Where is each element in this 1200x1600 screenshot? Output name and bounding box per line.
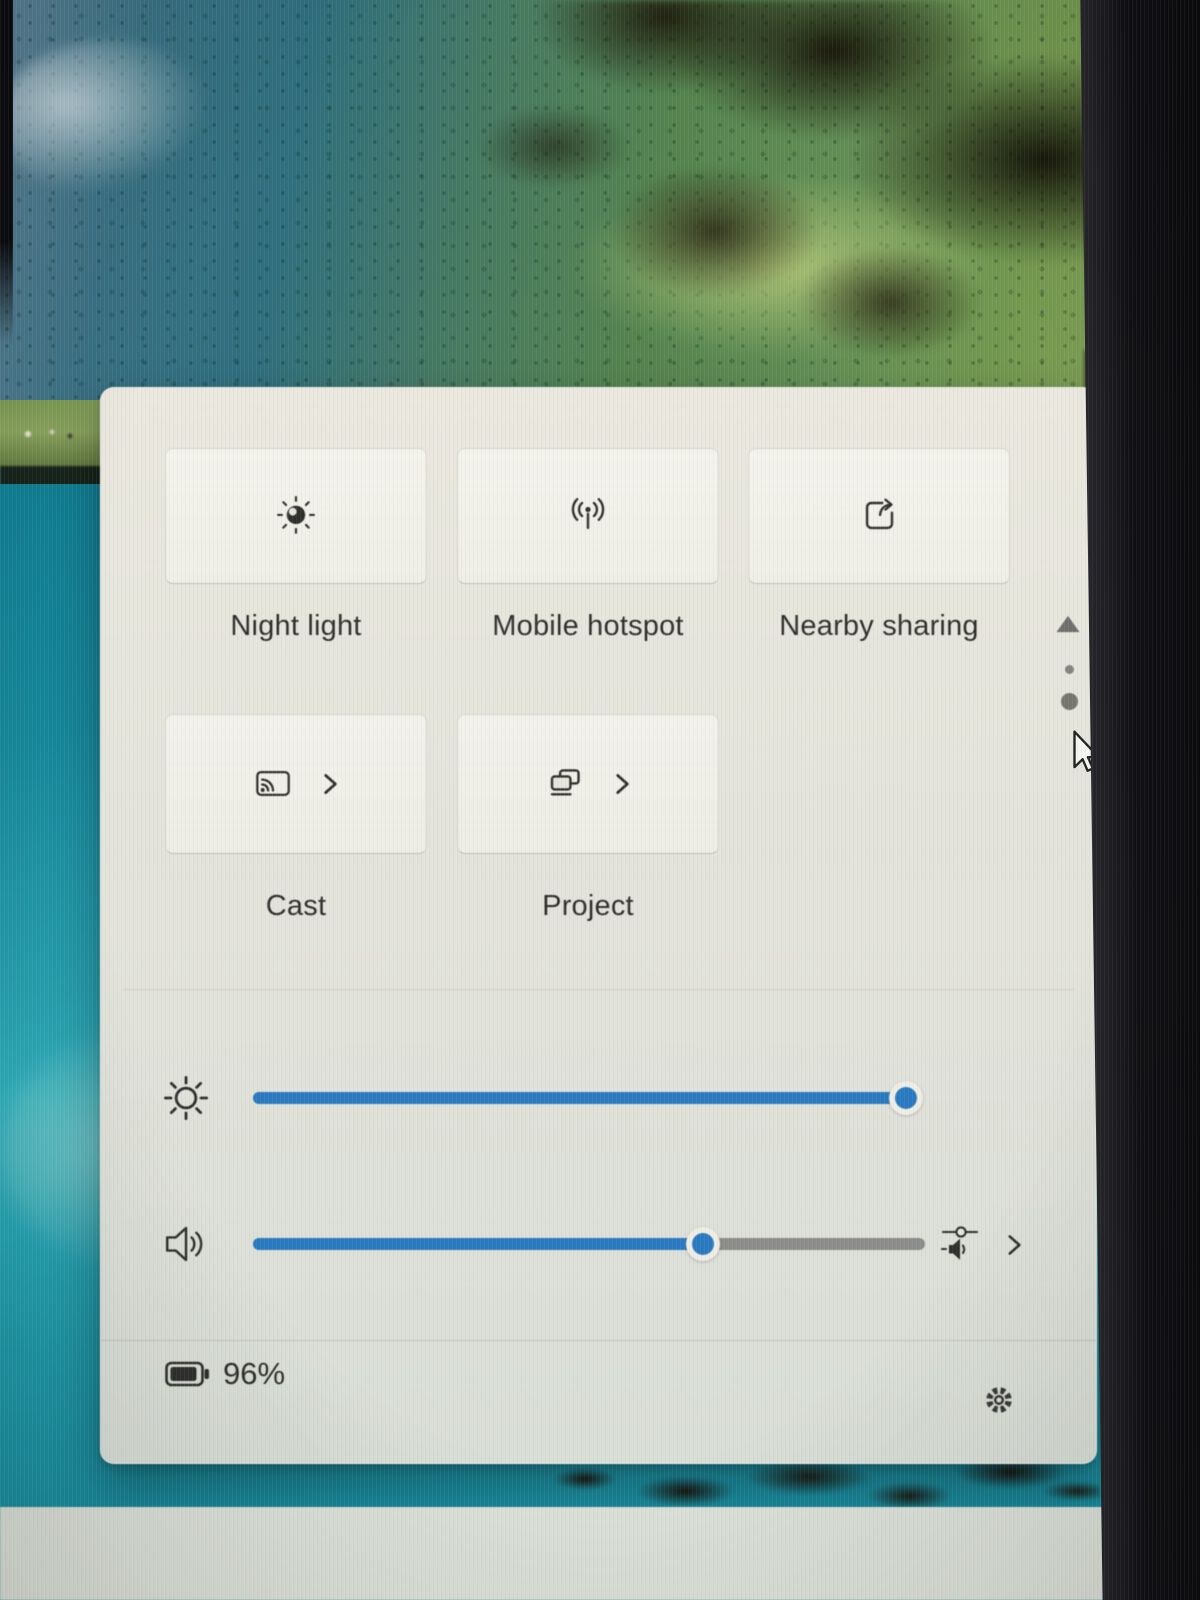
battery-icon [163, 1357, 211, 1391]
volume-slider[interactable] [253, 1227, 925, 1261]
monitor-photo: Night light Mobile hotspot Nearby sharin… [0, 0, 1200, 1600]
cast-icon [247, 758, 299, 810]
night-light-icon [270, 490, 322, 542]
brightness-slider-thumb[interactable] [889, 1081, 923, 1115]
tile-label-project: Project [457, 890, 719, 923]
settings-button[interactable] [977, 1376, 1025, 1424]
tile-mobile-hotspot[interactable] [457, 448, 719, 584]
tile-label-mobile-hotspot: Mobile hotspot [457, 610, 719, 643]
tile-project[interactable] [457, 714, 719, 854]
gear-icon [977, 1378, 1021, 1422]
tile-cast[interactable] [165, 714, 427, 854]
scroll-up-triangle-icon [1053, 612, 1083, 636]
brightness-slider-fill [253, 1092, 906, 1104]
tile-label-cast: Cast [165, 890, 427, 923]
scroll-up-button[interactable] [1053, 612, 1083, 636]
mobile-hotspot-icon [562, 490, 614, 542]
nearby-sharing-icon [853, 490, 905, 542]
volume-slider-thumb[interactable] [686, 1227, 720, 1261]
section-divider [123, 989, 1074, 990]
audio-output-chevron-icon[interactable] [999, 1230, 1029, 1260]
volume-slider-fill [253, 1238, 703, 1250]
tile-label-nearby-sharing: Nearby sharing [748, 610, 1010, 643]
tile-night-light[interactable] [165, 448, 427, 584]
project-icon [539, 758, 591, 810]
monitor-bezel-left [0, 0, 13, 345]
brightness-slider[interactable] [253, 1081, 906, 1115]
footer-divider [101, 1340, 1096, 1341]
chevron-right-icon [607, 769, 637, 799]
audio-output-button[interactable] [937, 1218, 983, 1264]
battery-percent-label: 96% [223, 1356, 285, 1392]
speaker-icon [156, 1214, 216, 1274]
quick-settings-panel: Night light Mobile hotspot Nearby sharin… [100, 387, 1097, 1464]
page-dot-active[interactable] [1061, 693, 1078, 710]
taskbar: 12:02 PM 5/13/2025 [0, 1507, 1110, 1600]
tile-nearby-sharing[interactable] [748, 448, 1010, 584]
battery-status[interactable]: 96% [163, 1356, 285, 1392]
brightness-sun-icon [156, 1068, 216, 1128]
wallpaper-foliage-silhouette [400, 0, 1100, 420]
chevron-right-icon [315, 769, 345, 799]
tile-label-night-light: Night light [165, 610, 427, 643]
wallpaper-light-slope [0, 40, 220, 200]
page-dot[interactable] [1065, 665, 1074, 674]
audio-output-icon [937, 1218, 983, 1264]
